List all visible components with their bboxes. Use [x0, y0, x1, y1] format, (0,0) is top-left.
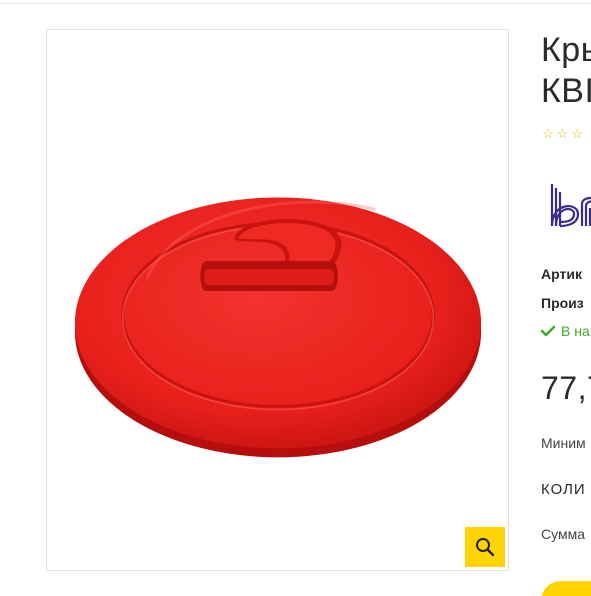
brand-logo[interactable] — [548, 182, 591, 234]
product-image-red-lid[interactable] — [47, 30, 508, 570]
product-price: 77,7 — [541, 370, 591, 406]
sku-label: Артик — [541, 266, 582, 282]
star-icon[interactable]: ☆ — [571, 127, 583, 141]
zoom-button[interactable] — [465, 527, 505, 567]
stock-status: В на — [541, 323, 590, 339]
manufacturer-label: Произ — [541, 295, 584, 311]
product-page: Кры КВІ ☆ ☆ ☆ Артик Произ В на 77,7 Мини… — [0, 0, 591, 596]
buy-button[interactable] — [541, 581, 591, 596]
quantity-label: КОЛИ — [541, 481, 586, 498]
search-icon — [476, 538, 495, 557]
star-icon[interactable]: ☆ — [542, 127, 554, 141]
stock-status-text: В на — [561, 323, 590, 339]
rating-stars[interactable]: ☆ ☆ ☆ — [542, 127, 583, 141]
sum-label: Сумма — [541, 526, 585, 542]
product-image-frame[interactable] — [46, 29, 509, 571]
check-icon — [541, 325, 555, 337]
minimum-order-label: Миним — [541, 435, 586, 451]
star-icon[interactable]: ☆ — [557, 127, 569, 141]
product-title: Кры КВІ — [541, 31, 591, 110]
top-divider — [0, 3, 591, 4]
